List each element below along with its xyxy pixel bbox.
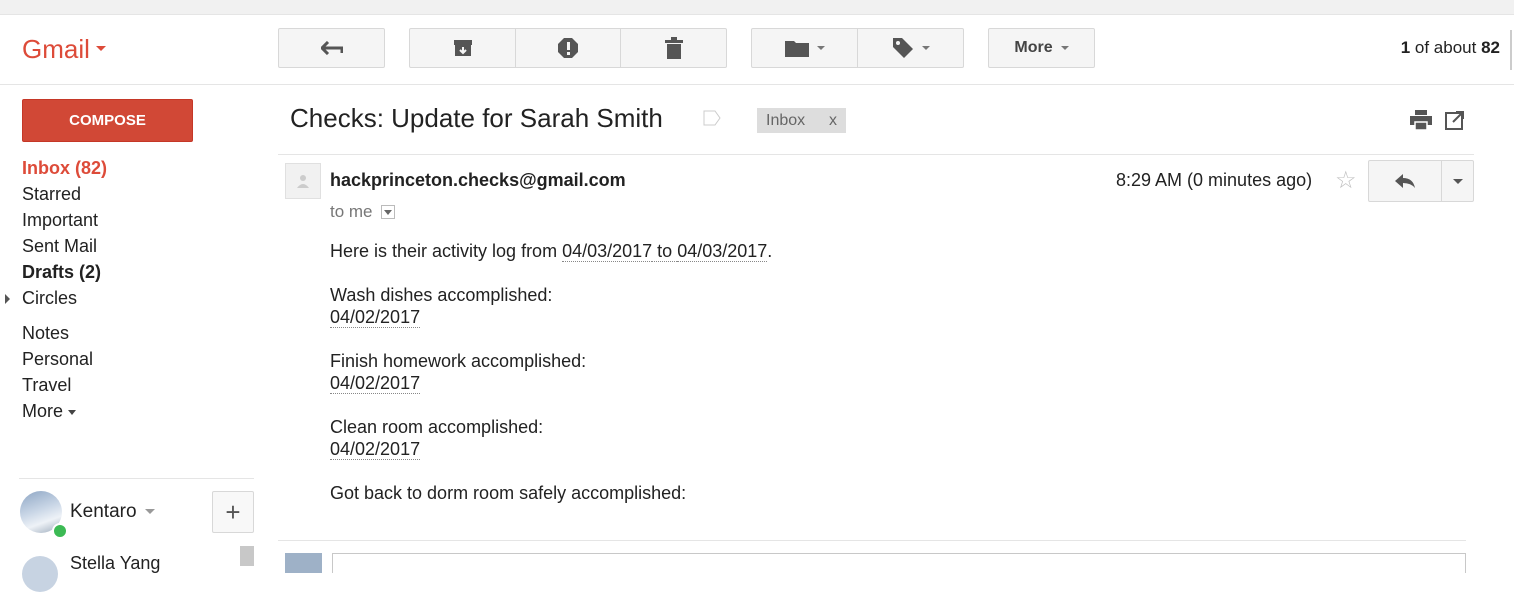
log-entry: Wash dishes accomplished: 04/02/2017 xyxy=(330,284,772,328)
sidebar-item-circles[interactable]: Circles xyxy=(5,286,107,312)
pager-current: 1 xyxy=(1400,38,1411,57)
user-name: Kentaro xyxy=(70,501,137,522)
log-entry: Finish homework accomplished: 04/02/2017 xyxy=(330,350,772,394)
body-intro: Here is their activity log from 04/03/20… xyxy=(330,240,772,262)
more-actions-button[interactable]: More xyxy=(988,28,1095,68)
sidebar-item-starred[interactable]: Starred xyxy=(22,182,107,208)
person-icon xyxy=(297,175,309,188)
sidebar-item-sent-mail[interactable]: Sent Mail xyxy=(22,234,107,260)
gmail-logo-menu[interactable]: Gmail xyxy=(22,34,106,65)
reply-button[interactable] xyxy=(1368,160,1442,202)
expand-triangle-icon[interactable] xyxy=(5,294,10,304)
log-entry-date: 04/02/2017 xyxy=(330,439,421,460)
chevron-down-icon xyxy=(816,46,825,50)
chevron-down-icon xyxy=(1060,46,1069,50)
sidebar-item-circles-label: Circles xyxy=(22,288,78,308)
body-to-word: to xyxy=(652,241,678,262)
gmail-logo-text: Gmail xyxy=(22,34,90,64)
pager-text: of about xyxy=(1414,38,1477,57)
add-contact-button[interactable]: + xyxy=(212,491,254,533)
contact-avatar[interactable] xyxy=(22,556,58,592)
remove-label-button[interactable]: x xyxy=(829,112,837,130)
chevron-down-icon xyxy=(1452,178,1463,184)
spam-icon xyxy=(558,38,578,58)
log-entry-title: Finish homework accomplished: xyxy=(330,351,587,371)
divider xyxy=(19,478,254,479)
sender-email[interactable]: hackprinceton.checks@gmail.com xyxy=(330,170,626,191)
user-menu[interactable]: Kentaro xyxy=(70,501,155,523)
delete-button[interactable] xyxy=(621,28,727,68)
importance-marker-icon[interactable] xyxy=(703,110,721,126)
log-entry-date: 04/02/2017 xyxy=(330,373,421,394)
reply-box[interactable] xyxy=(332,553,1466,573)
date-from: 04/03/2017 xyxy=(562,241,653,262)
log-entry-title: Clean room accomplished: xyxy=(330,417,544,437)
label-chip-inbox: Inbox x xyxy=(757,108,846,133)
back-arrow-icon xyxy=(320,41,343,55)
log-entry: Clean room accomplished: 04/02/2017 xyxy=(330,416,772,460)
back-button[interactable] xyxy=(278,28,385,68)
more-actions-label: More xyxy=(1014,39,1053,56)
new-window-icon[interactable] xyxy=(1445,110,1465,130)
trash-icon xyxy=(664,37,683,59)
label-chip-text: Inbox xyxy=(766,111,806,129)
sidebar-scrollbar[interactable] xyxy=(240,546,254,566)
compose-label: COMPOSE xyxy=(69,112,146,129)
sender-avatar xyxy=(285,163,321,199)
report-spam-button[interactable] xyxy=(516,28,621,68)
top-strip xyxy=(0,0,1514,15)
reply-more-button[interactable] xyxy=(1441,160,1474,202)
labels-button[interactable] xyxy=(858,28,964,68)
show-details-button[interactable] xyxy=(380,205,395,219)
online-status-icon xyxy=(52,523,68,539)
log-entry-title: Wash dishes accomplished: xyxy=(330,285,553,305)
log-entry-date: 04/02/2017 xyxy=(330,307,421,328)
sidebar-item-more[interactable]: More xyxy=(22,399,107,425)
recipient-text: to me xyxy=(330,202,373,221)
label-tag-icon xyxy=(892,38,913,58)
star-icon[interactable]: ☆ xyxy=(1335,166,1357,195)
contact-name[interactable]: Stella Yang xyxy=(70,553,160,574)
chevron-down-icon xyxy=(95,45,106,51)
sidebar-nav: Inbox (82) Starred Important Sent Mail D… xyxy=(5,156,107,425)
divider xyxy=(278,154,1474,155)
chevron-down-icon xyxy=(144,509,155,515)
body-intro-prefix: Here is their activity log from xyxy=(330,241,563,261)
reply-avatar xyxy=(285,553,322,573)
log-entry-title: Got back to dorm room safely accomplishe… xyxy=(330,483,687,503)
scrollbar-edge xyxy=(1510,30,1512,70)
move-to-button[interactable] xyxy=(751,28,858,68)
pager-total: 82 xyxy=(1481,38,1500,57)
reply-icon xyxy=(1395,174,1415,188)
divider xyxy=(278,540,1466,541)
compose-button[interactable]: COMPOSE xyxy=(22,99,193,142)
message-body: Here is their activity log from 04/03/20… xyxy=(330,240,772,526)
folder-icon xyxy=(784,41,809,57)
sidebar-item-personal[interactable]: Personal xyxy=(22,347,107,373)
sidebar-item-drafts[interactable]: Drafts (2) xyxy=(22,260,107,286)
sidebar-item-inbox[interactable]: Inbox (82) xyxy=(22,156,107,182)
chevron-down-icon xyxy=(921,46,930,50)
sidebar-item-travel[interactable]: Travel xyxy=(22,373,107,399)
page-title: Checks: Update for Sarah Smith xyxy=(290,103,663,133)
date-to: 04/03/2017 xyxy=(677,241,768,262)
log-entry: Got back to dorm room safely accomplishe… xyxy=(330,482,772,504)
archive-icon xyxy=(453,40,472,56)
archive-button[interactable] xyxy=(409,28,516,68)
pager: 1 of about 82 xyxy=(1401,38,1500,58)
recipient-line: to me xyxy=(330,202,395,222)
chevron-down-icon xyxy=(383,209,392,215)
print-icon[interactable] xyxy=(1410,110,1432,130)
sidebar-item-notes[interactable]: Notes xyxy=(22,321,107,347)
message-timestamp: 8:29 AM (0 minutes ago) xyxy=(1116,170,1313,190)
divider xyxy=(0,84,1514,85)
chevron-down-icon xyxy=(68,409,77,415)
sidebar-item-more-label: More xyxy=(22,401,64,421)
body-intro-suffix: . xyxy=(767,241,773,261)
sidebar-item-important[interactable]: Important xyxy=(22,208,107,234)
